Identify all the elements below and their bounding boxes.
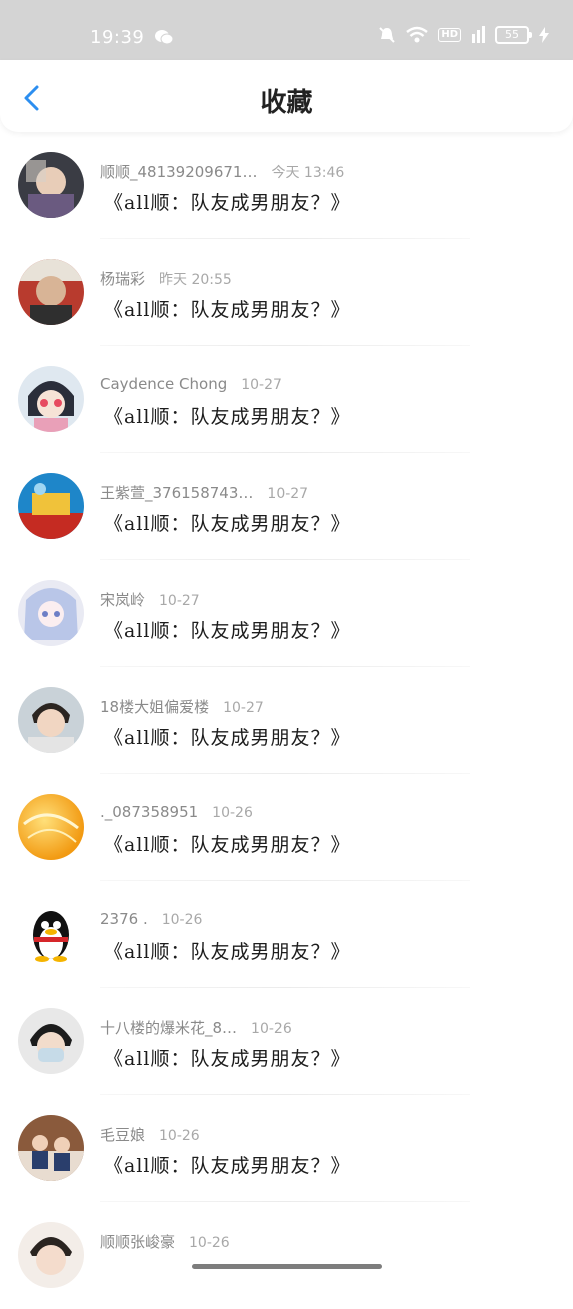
avatar[interactable] (18, 152, 84, 218)
message-text: 《all顺：队友成男朋友？》 (104, 727, 351, 749)
avatar[interactable] (18, 1222, 84, 1288)
list-item[interactable]: 2376 . 10-26 《all顺：队友成男朋友？》 (0, 881, 573, 988)
sender-name: 18楼大姐偏爱楼 (100, 698, 210, 716)
message-text: 《all顺：队友成男朋友？》 (104, 406, 351, 428)
wifi-icon (406, 26, 429, 43)
battery-level: 55 (505, 28, 519, 41)
item-time: 10-26 (159, 1128, 200, 1144)
item-time: 10-26 (251, 1021, 292, 1037)
item-time: 10-27 (267, 486, 309, 502)
avatar[interactable] (18, 1008, 84, 1074)
avatar[interactable] (18, 580, 84, 646)
app-header: 收藏 (0, 60, 573, 132)
charging-icon (539, 27, 549, 43)
message-text: 《all顺：队友成男朋友？》 (104, 299, 351, 321)
sender-name: 顺顺_48139209671… (100, 163, 258, 181)
list-item[interactable]: 顺顺张峻豪 10-26 (0, 1202, 573, 1309)
sender-name: 顺顺张峻豪 (100, 1233, 176, 1251)
status-bar: 19:39 HD 55 (0, 0, 573, 60)
sender-name: 王紫萱_376158743… (100, 484, 254, 502)
list-item[interactable]: 十八楼的爆米花_8… 10-26 《all顺：队友成男朋友？》 (0, 988, 573, 1095)
sender-name: ._087358951 (100, 803, 199, 821)
avatar[interactable] (18, 366, 84, 432)
message-text: 《all顺：队友成男朋友？》 (104, 1155, 351, 1177)
message-text: 《all顺：队友成男朋友？》 (104, 834, 351, 856)
penguin-icon (33, 911, 69, 962)
item-time: 10-26 (212, 805, 253, 821)
item-time: 今天 13:46 (271, 165, 345, 181)
signal-icon (472, 26, 485, 43)
message-text: 《all顺：队友成男朋友？》 (104, 620, 351, 642)
item-time: 10-27 (223, 700, 264, 716)
avatar[interactable] (18, 901, 84, 967)
avatar[interactable] (18, 687, 84, 753)
list-item[interactable]: 王紫萱_376158743… 10-27 《all顺：队友成男朋友？》 (0, 453, 573, 560)
message-text: 《all顺：队友成男朋友？》 (104, 513, 351, 535)
hd-icon: HD (438, 28, 461, 42)
avatar[interactable] (18, 259, 84, 325)
list-item[interactable]: 毛豆娘 10-26 《all顺：队友成男朋友？》 (0, 1095, 573, 1202)
item-time: 10-27 (159, 593, 200, 609)
list-item[interactable]: 宋岚岭 10-27 《all顺：队友成男朋友？》 (0, 560, 573, 667)
item-time: 10-26 (189, 1235, 230, 1251)
avatar[interactable] (18, 473, 84, 539)
sender-name: Caydence Chong (100, 375, 228, 393)
home-indicator[interactable] (192, 1264, 382, 1269)
wechat-icon (155, 30, 174, 45)
list-item[interactable]: Caydence Chong 10-27 《all顺：队友成男朋友？》 (0, 346, 573, 453)
message-text: 《all顺：队友成男朋友？》 (104, 1048, 351, 1070)
status-time: 19:39 (90, 27, 145, 48)
battery-indicator: 55 (495, 26, 532, 44)
mute-icon (379, 27, 396, 43)
sender-name: 2376 . (100, 910, 148, 928)
sender-name: 杨瑞彩 (100, 270, 146, 288)
sender-name: 宋岚岭 (100, 591, 146, 609)
favorites-list: 顺顺_48139209671… 今天 13:46 《all顺：队友成男朋友？》 杨… (0, 132, 573, 1309)
list-item[interactable]: ._087358951 10-26 《all顺：队友成男朋友？》 (0, 774, 573, 881)
sender-name: 十八楼的爆米花_8… (100, 1019, 238, 1037)
sender-name: 毛豆娘 (100, 1126, 146, 1144)
list-item[interactable]: 杨瑞彩 昨天 20:55 《all顺：队友成男朋友？》 (0, 239, 573, 346)
avatar[interactable] (18, 794, 84, 860)
item-time: 10-27 (241, 377, 282, 393)
avatar[interactable] (18, 1115, 84, 1181)
message-text: 《all顺：队友成男朋友？》 (104, 941, 351, 963)
item-time: 10-26 (161, 912, 203, 928)
item-time: 昨天 20:55 (159, 272, 232, 288)
message-text: 《all顺：队友成男朋友？》 (104, 192, 351, 214)
list-item[interactable]: 18楼大姐偏爱楼 10-27 《all顺：队友成男朋友？》 (0, 667, 573, 774)
page-title: 收藏 (260, 88, 313, 118)
list-item[interactable]: 顺顺_48139209671… 今天 13:46 《all顺：队友成男朋友？》 (0, 132, 573, 239)
